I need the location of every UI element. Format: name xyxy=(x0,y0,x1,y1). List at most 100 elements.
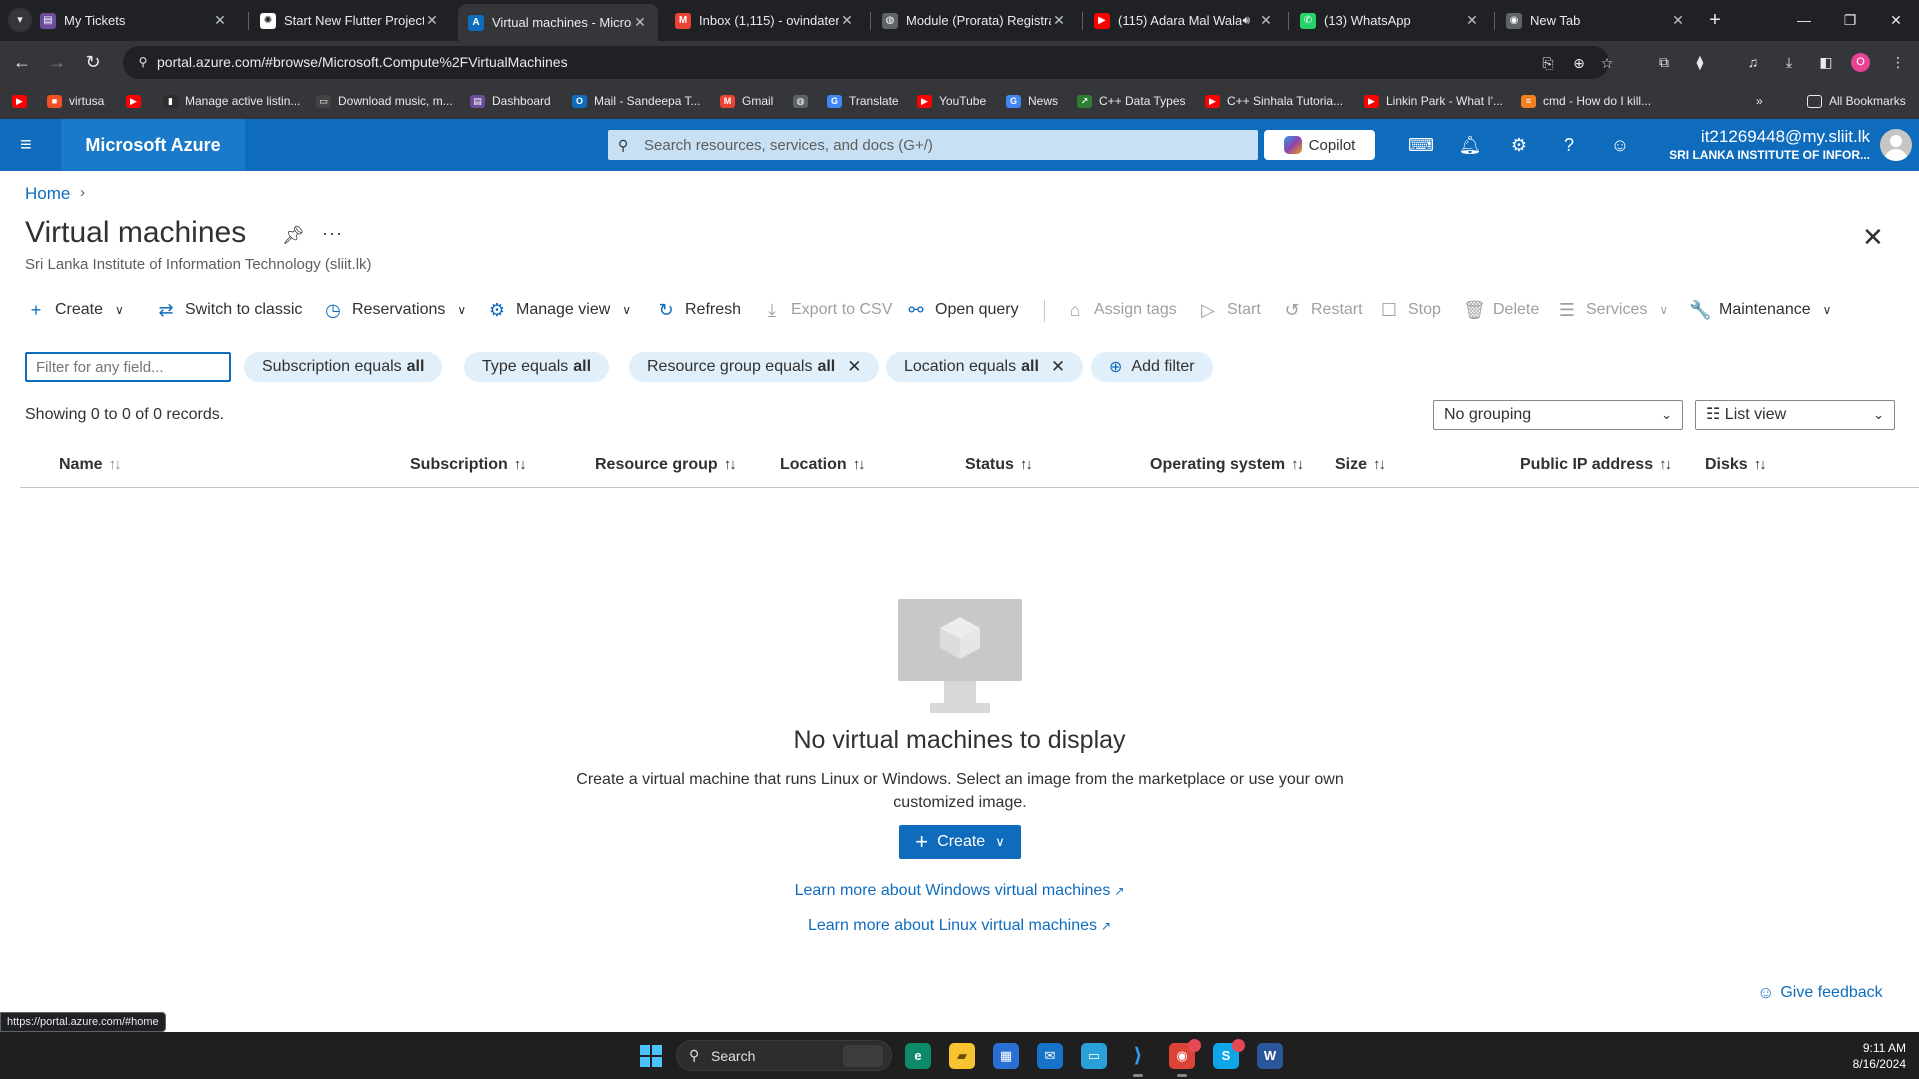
microsoft-store-icon[interactable]: ▦ xyxy=(993,1043,1019,1069)
bookmark-item[interactable]: ▶ Linkin Park - What I'... xyxy=(1364,92,1503,110)
tab-groups-icon[interactable]: ⧉ xyxy=(1654,52,1674,72)
tab-close-icon[interactable]: ✕ xyxy=(632,14,648,31)
browser-tab[interactable]: A Virtual machines - Micros ✕ xyxy=(458,4,658,41)
help-icon[interactable]: ? xyxy=(1557,133,1581,157)
new-tab-button[interactable]: + xyxy=(1703,8,1727,32)
chrome-taskbar-icon[interactable]: ◉ xyxy=(1169,1039,1201,1077)
bookmark-item[interactable]: ≡ cmd - How do I kill... xyxy=(1521,92,1651,110)
remote-desktop-icon[interactable]: ▭ xyxy=(1081,1043,1107,1069)
cmd-stop[interactable]: ☐ Stop xyxy=(1378,297,1441,323)
reload-button[interactable]: ↻ xyxy=(80,49,106,75)
cmd-manage-view[interactable]: ⚙ Manage view ∨ xyxy=(486,297,631,323)
sort-icon[interactable]: ↑↓ xyxy=(853,456,866,473)
bookmark-item[interactable]: ◍ xyxy=(793,92,815,110)
more-options-icon[interactable]: ··· xyxy=(322,223,343,244)
minimize-button[interactable]: — xyxy=(1781,0,1827,41)
breadcrumb-home[interactable]: Home xyxy=(25,184,70,204)
tab-close-icon[interactable]: ✕ xyxy=(212,12,228,29)
bookmark-item[interactable]: ▤ Dashboard xyxy=(470,92,551,110)
view-dropdown[interactable]: ☷ List view ⌄ xyxy=(1695,400,1895,430)
sort-icon[interactable]: ↑↓ xyxy=(1291,456,1304,473)
pin-icon[interactable]: 📌︎ xyxy=(282,225,305,246)
bookmarks-overflow-icon[interactable]: » xyxy=(1756,92,1763,110)
bookmark-item[interactable]: ▶ xyxy=(126,92,148,110)
cmd-switch-to-classic[interactable]: ⇄ Switch to classic xyxy=(155,297,302,323)
filter-pill-subscription-equals[interactable]: Subscription equals all xyxy=(244,352,443,382)
portal-menu-icon[interactable]: ≡ xyxy=(20,135,40,155)
edge-icon[interactable]: e xyxy=(905,1043,931,1069)
column-header-resource-group[interactable]: Resource group ↑↓ xyxy=(595,456,737,474)
sort-icon[interactable]: ↑↓ xyxy=(724,456,737,473)
bookmark-item[interactable]: ▶ YouTube xyxy=(917,92,986,110)
cmd-assign-tags[interactable]: ⌂ Assign tags xyxy=(1064,297,1177,323)
copilot-button[interactable]: Copilot xyxy=(1264,130,1375,160)
sort-icon[interactable]: ↑↓ xyxy=(514,456,527,473)
filter-pill-resource-group-equals[interactable]: Resource group equals all ✕ xyxy=(629,352,880,382)
bookmark-item[interactable]: G News xyxy=(1006,92,1058,110)
column-header-name[interactable]: Name ↑↓ xyxy=(59,456,122,474)
give-feedback-link[interactable]: ☺ Give feedback xyxy=(1757,983,1883,1003)
back-button[interactable]: ← xyxy=(9,49,35,75)
feedback-header-icon[interactable]: ☺ xyxy=(1608,133,1632,157)
remove-filter-icon[interactable]: ✕ xyxy=(1051,357,1065,377)
bookmark-item[interactable]: ▶ C++ Sinhala Tutoria... xyxy=(1205,92,1343,110)
cmd-open-query[interactable]: ⚯ Open query xyxy=(905,297,1018,323)
cmd-maintenance[interactable]: 🔧 Maintenance ∨ xyxy=(1689,297,1831,323)
file-explorer-icon[interactable]: ▰ xyxy=(949,1043,975,1069)
user-avatar[interactable] xyxy=(1880,129,1912,161)
cmd-start[interactable]: ▷ Start xyxy=(1197,297,1261,323)
system-clock[interactable]: 9:11 AM 8/16/2024 xyxy=(1830,1040,1906,1072)
cmd-restart[interactable]: ↺ Restart xyxy=(1281,297,1362,323)
account-info[interactable]: it21269448@my.sliit.lk SRI LANKA INSTITU… xyxy=(1660,127,1870,163)
cmd-delete[interactable]: 🗑 Delete xyxy=(1463,297,1539,323)
tab-close-icon[interactable]: ✕ xyxy=(1051,12,1067,29)
grouping-dropdown[interactable]: No grouping ⌄ xyxy=(1433,400,1683,430)
tab-close-icon[interactable]: ✕ xyxy=(1464,12,1480,29)
bookmark-item[interactable]: G Translate xyxy=(827,92,899,110)
cloud-shell-icon[interactable]: ⌨ xyxy=(1408,133,1434,157)
mail-icon[interactable]: ✉ xyxy=(1037,1043,1063,1069)
address-bar[interactable]: ⚲ portal.azure.com/#browse/Microsoft.Com… xyxy=(123,46,1613,79)
cmd-refresh[interactable]: ↻ Refresh xyxy=(655,297,741,323)
notifications-bell-icon[interactable]: 🔔︎ xyxy=(1458,133,1482,157)
bookmark-item[interactable]: ↗ C++ Data Types xyxy=(1077,92,1186,110)
media-controls-icon[interactable]: ♫ xyxy=(1743,52,1763,72)
cmd-create[interactable]: + Create ∨ xyxy=(25,297,124,323)
tab-close-icon[interactable]: ✕ xyxy=(839,12,855,29)
bookmark-item[interactable]: ▭ Download music, m... xyxy=(316,92,453,110)
browser-tab[interactable]: ✆ (13) WhatsApp ✕ xyxy=(1290,6,1490,35)
close-blade-button[interactable]: ✕ xyxy=(1862,224,1884,250)
cmd-reservations[interactable]: ◷ Reservations ∨ xyxy=(322,297,466,323)
browser-tab[interactable]: ▶ (115) Adara Mal Wala 🔊︎ ✕ xyxy=(1084,6,1284,35)
sort-icon[interactable]: ↑↓ xyxy=(1754,456,1767,473)
sort-icon[interactable]: ↑↓ xyxy=(1659,456,1672,473)
install-app-icon[interactable]: ⎘ xyxy=(1539,54,1557,72)
bookmark-item[interactable]: M Gmail xyxy=(720,92,773,110)
column-header-operating-system[interactable]: Operating system ↑↓ xyxy=(1150,456,1304,474)
filter-pill-type-equals[interactable]: Type equals all xyxy=(464,352,610,382)
profile-avatar[interactable]: O xyxy=(1851,53,1870,72)
windows-start-icon[interactable] xyxy=(640,1045,662,1067)
global-search[interactable]: ⚲ Search resources, services, and docs (… xyxy=(608,130,1258,160)
create-vm-button[interactable]: + Create ∨ xyxy=(899,825,1021,859)
restore-button[interactable]: ❐ xyxy=(1827,0,1873,41)
column-header-subscription[interactable]: Subscription ↑↓ xyxy=(410,456,527,474)
tab-close-icon[interactable]: ✕ xyxy=(424,12,440,29)
downloads-icon[interactable]: ⤓ xyxy=(1779,52,1799,72)
browser-tab[interactable]: ▤ My Tickets ✕ xyxy=(30,6,238,35)
vscode-icon[interactable]: ⟩ xyxy=(1125,1043,1151,1077)
settings-gear-icon[interactable]: ⚙ xyxy=(1507,133,1531,157)
zoom-icon[interactable]: ⊕ xyxy=(1570,54,1588,72)
skype-icon[interactable]: S xyxy=(1213,1039,1245,1069)
tab-close-icon[interactable]: ✕ xyxy=(1258,12,1274,29)
sort-icon[interactable]: ↑↓ xyxy=(1373,456,1386,473)
browser-tab[interactable]: M Inbox (1,115) - ovindatera ✕ xyxy=(665,6,865,35)
site-info-icon[interactable]: ⚲ xyxy=(135,54,151,70)
add-filter-button[interactable]: ⊕ Add filter xyxy=(1091,352,1213,382)
all-bookmarks[interactable]: All Bookmarks xyxy=(1807,92,1906,110)
tab-search-button[interactable]: ▾ xyxy=(8,8,32,32)
side-panel-icon[interactable]: ◧ xyxy=(1816,52,1836,72)
bookmark-item[interactable]: ■ virtusa xyxy=(47,92,104,110)
tab-close-icon[interactable]: ✕ xyxy=(1670,12,1686,29)
column-header-size[interactable]: Size ↑↓ xyxy=(1335,456,1386,474)
